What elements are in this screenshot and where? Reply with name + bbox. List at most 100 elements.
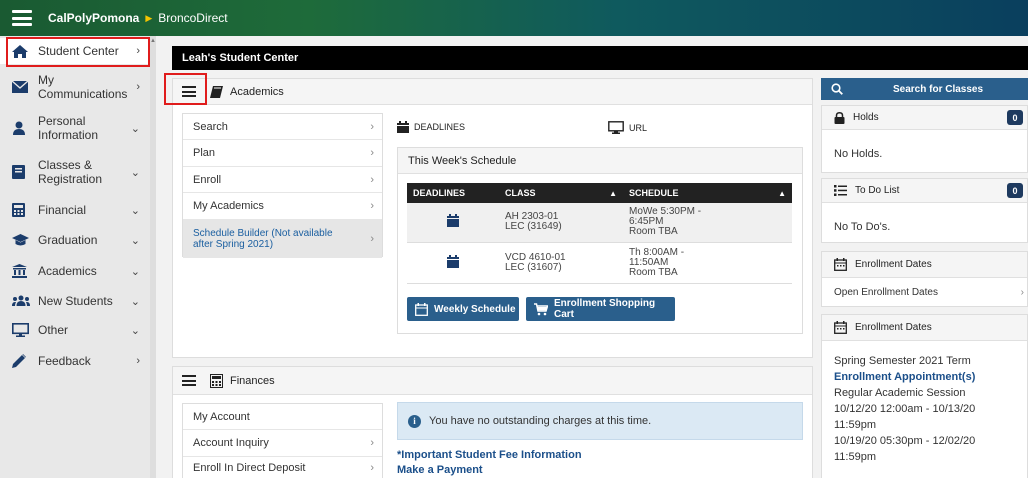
fee-information-link[interactable]: *Important Student Fee Information: [397, 449, 582, 461]
shopping-cart-icon: [534, 302, 548, 316]
make-payment-link[interactable]: Make a Payment: [397, 464, 483, 476]
chevron-down-icon: ⌄: [130, 234, 140, 247]
menu-label: Schedule Builder (Not available after Sp…: [193, 228, 333, 250]
button-label: Enrollment Shopping Cart: [554, 298, 656, 320]
sidebar-item-financial[interactable]: Financial ⌄: [0, 200, 150, 220]
sidebar-label: Personal Information: [38, 114, 99, 142]
brand-logo[interactable]: CalPolyPomona: [48, 11, 139, 25]
deadlines-cell[interactable]: [407, 203, 499, 243]
chevron-down-icon: ⌄: [130, 324, 140, 337]
menu-item-my-academics[interactable]: My Academics ›: [183, 193, 382, 220]
deadlines-cell[interactable]: [407, 242, 499, 284]
menu-label: Enroll In Direct Deposit: [193, 462, 306, 474]
sidebar-item-other[interactable]: Other ⌄: [0, 320, 150, 340]
chevron-down-icon: ⌄: [130, 265, 140, 278]
button-label: Weekly Schedule: [434, 303, 516, 315]
finances-menu-icon[interactable]: [182, 375, 196, 386]
appointment-range-end: 11:59pm: [834, 451, 876, 463]
enrollment-shopping-cart-button[interactable]: Enrollment Shopping Cart: [526, 297, 675, 321]
class-section: LEC (31607): [505, 261, 562, 273]
chevron-right-icon: ›: [370, 173, 374, 186]
calendar-outline-icon: [415, 302, 428, 316]
sidebar-item-academics[interactable]: Academics ⌄: [0, 261, 150, 281]
enrollment-dates-title: Enrollment Dates: [855, 322, 932, 333]
scroll-up-icon[interactable]: ▲: [150, 38, 156, 44]
todo-panel: To Do List 0 No To Do's.: [821, 178, 1028, 243]
calendar-icon: [397, 121, 409, 133]
column-header-label: CLASS: [505, 188, 536, 198]
enrollment-dates-panel: Enrollment Dates Open Enrollment Dates ›: [821, 251, 1028, 307]
chevron-down-icon: ⌄: [130, 204, 140, 217]
class-code: VCD 4610-01: [505, 251, 566, 263]
sidebar-label: New Students: [38, 294, 113, 308]
schedule-table: DEADLINES CLASS ▲ SCHEDULE ▲ AH 2303-01 LEC…: [407, 183, 792, 284]
calculator-icon: [12, 203, 30, 217]
sidebar-label: My Communications: [38, 73, 128, 101]
deadlines-label: DEADLINES: [414, 122, 466, 132]
calendar-outline-icon: [834, 258, 847, 271]
sidebar-label: Other: [38, 323, 69, 337]
weekly-schedule-button[interactable]: Weekly Schedule: [407, 297, 519, 321]
sidebar-item-new-students[interactable]: New Students ⌄: [0, 291, 150, 311]
calendar-outline-icon: [834, 321, 847, 334]
column-header-deadlines[interactable]: DEADLINES: [407, 183, 499, 203]
chevron-right-icon: ›: [1020, 287, 1024, 298]
url-link[interactable]: URL: [608, 121, 647, 134]
sort-ascending-icon: ▲: [609, 189, 617, 198]
enrollment-dates-title: Enrollment Dates: [855, 259, 932, 270]
enrollment-appointment-link[interactable]: Enrollment Appointment(s): [834, 369, 1024, 385]
sidebar-item-feedback[interactable]: Feedback ›: [0, 351, 150, 371]
list-icon: [834, 185, 847, 196]
schedule-time: Th 8:00AM -: [629, 246, 685, 258]
open-enrollment-dates-link[interactable]: Open Enrollment Dates ›: [834, 287, 1024, 298]
session-label: Regular Academic Session: [834, 387, 966, 399]
breadcrumb-brondirect[interactable]: BroncoDirect: [158, 11, 227, 25]
chevron-right-icon: ›: [136, 355, 140, 367]
table-row: AH 2303-01 LEC (31649) MoWe 5:30PM -6:45P…: [407, 203, 792, 243]
class-section: LEC (31649): [505, 221, 562, 233]
sort-ascending-icon: ▲: [778, 189, 786, 198]
chevron-right-icon: ›: [370, 437, 374, 449]
chevron-right-icon: ›: [136, 45, 140, 57]
sidebar-label: Student Center: [38, 44, 119, 58]
holds-message: No Holds.: [834, 148, 883, 160]
schedule-title: This Week's Schedule: [398, 148, 802, 174]
sidebar-item-student-center[interactable]: Student Center ›: [0, 38, 150, 64]
search-for-classes-button[interactable]: Search for Classes: [821, 78, 1028, 100]
sidebar-scrollbar[interactable]: [150, 36, 156, 478]
menu-item-direct-deposit[interactable]: Enroll In Direct Deposit ›: [183, 457, 382, 478]
button-label: Search for Classes: [893, 83, 984, 95]
enrollment-appointment-info: Spring Semester 2021 Term Enrollment App…: [834, 353, 1024, 465]
notebook-icon: [12, 165, 30, 179]
menu-item-schedule-builder[interactable]: Schedule Builder (Not available after Sp…: [183, 220, 382, 258]
sidebar-item-my-communications[interactable]: My Communications ›: [0, 70, 150, 104]
deadlines-link[interactable]: DEADLINES: [397, 121, 465, 133]
menu-item-plan[interactable]: Plan ›: [183, 140, 382, 167]
todo-message: No To Do's.: [834, 221, 891, 233]
monitor-icon: [608, 121, 624, 134]
schedule-cell: MoWe 5:30PM -6:45PM Room TBA: [623, 203, 792, 243]
enrollment-appointments-panel: Enrollment Dates Spring Semester 2021 Te…: [821, 314, 1028, 478]
sidebar-label: Classes & Registration: [38, 158, 103, 186]
main-menu-icon[interactable]: [12, 10, 32, 26]
chevron-down-icon: ⌄: [130, 166, 140, 179]
menu-label: My Academics: [193, 200, 264, 212]
sidebar-label: Financial: [38, 203, 87, 217]
monitor-icon: [12, 323, 30, 337]
menu-item-search[interactable]: Search ›: [183, 114, 382, 140]
academics-menu-icon[interactable]: [182, 86, 196, 97]
url-label: URL: [629, 122, 648, 133]
sidebar-label: Academics: [38, 264, 97, 278]
menu-item-enroll[interactable]: Enroll ›: [183, 167, 382, 193]
pencil-icon: [12, 354, 30, 368]
schedule-time-end: 11:50AM: [629, 256, 669, 268]
column-header-class[interactable]: CLASS ▲: [499, 183, 623, 203]
page-title: Leah's Student Center: [172, 46, 1028, 70]
top-bar: CalPolyPomona ▶ BroncoDirect: [0, 0, 1028, 36]
column-header-label: SCHEDULE: [629, 188, 679, 198]
sidebar-item-graduation[interactable]: Graduation ⌄: [0, 230, 150, 250]
sidebar-item-personal-information[interactable]: Personal Information ⌄: [0, 111, 150, 145]
column-header-schedule[interactable]: SCHEDULE ▲: [623, 183, 792, 203]
sidebar-item-classes-registration[interactable]: Classes & Registration ⌄: [0, 155, 150, 189]
menu-item-account-inquiry[interactable]: Account Inquiry ›: [183, 430, 382, 457]
